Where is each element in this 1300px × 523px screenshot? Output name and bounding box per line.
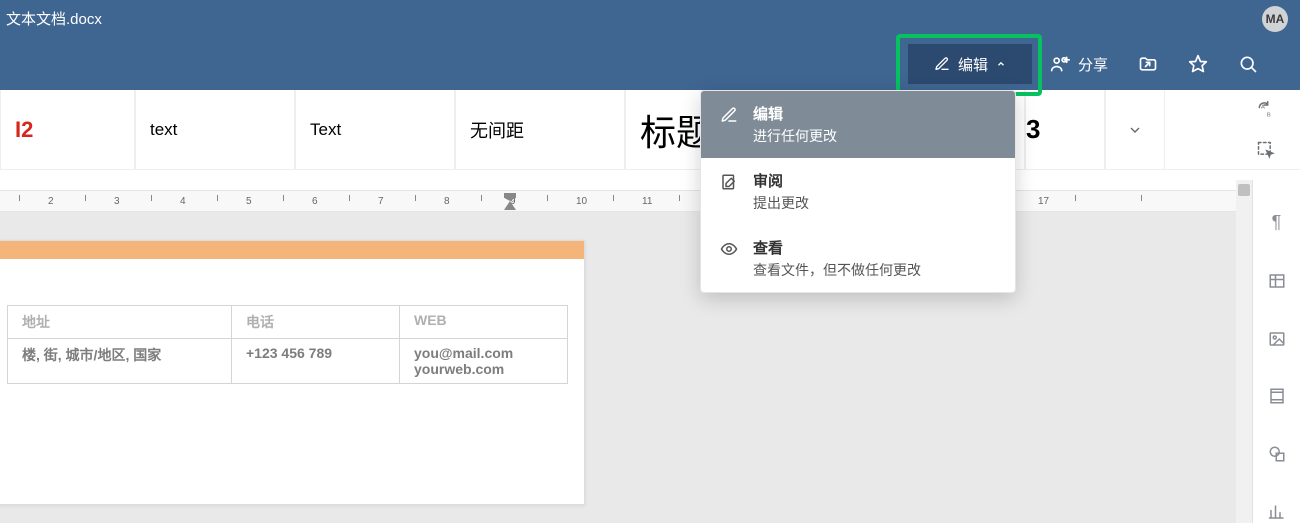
select-icon <box>1256 140 1276 160</box>
star-icon <box>1188 54 1208 74</box>
search-icon <box>1238 54 1258 74</box>
dropdown-item-view[interactable]: 查看 查看文件，但不做任何更改 <box>701 225 1015 292</box>
chevron-down-icon <box>1127 122 1143 138</box>
pencil-icon <box>934 56 950 72</box>
share-label: 分享 <box>1078 54 1108 75</box>
shapes-icon <box>1268 445 1286 463</box>
dropdown-review-title: 审阅 <box>753 170 809 191</box>
sidebar-chart-button[interactable] <box>1265 501 1289 523</box>
style-heading2[interactable]: I2 <box>0 90 135 169</box>
edit-mode-button[interactable]: 编辑 <box>908 44 1032 84</box>
table-cell-phone[interactable]: +123 456 789 <box>232 339 400 384</box>
image-icon <box>1268 330 1286 348</box>
scrollbar-thumb[interactable] <box>1238 184 1250 196</box>
page[interactable]: 地址 电话 WEB 楼, 街, 城市/地区, 国家 +123 456 789 y… <box>0 240 585 505</box>
document-canvas: 地址 电话 WEB 楼, 街, 城市/地区, 国家 +123 456 789 y… <box>0 212 1300 523</box>
dropdown-view-desc: 查看文件，但不做任何更改 <box>753 260 921 280</box>
title-bar: 文本文档.docx <box>0 0 1300 36</box>
replace-icon: AB <box>1256 100 1276 120</box>
avatar-initials: MA <box>1266 12 1285 26</box>
pilcrow-icon: ¶ <box>1272 212 1282 233</box>
header-footer-icon <box>1268 387 1286 405</box>
sidebar-image-button[interactable] <box>1265 328 1289 350</box>
table-icon <box>1268 272 1286 290</box>
vertical-scrollbar[interactable] <box>1236 180 1252 523</box>
people-icon <box>1050 54 1070 74</box>
sidebar-table-button[interactable] <box>1265 270 1289 292</box>
replace-button[interactable]: AB <box>1252 96 1280 124</box>
sidebar-paragraph-button[interactable]: ¶ <box>1265 212 1289 234</box>
review-icon <box>719 172 739 192</box>
document-title: 文本文档.docx <box>6 8 102 29</box>
table-cell-web[interactable]: you@mail.com yourweb.com <box>400 339 568 384</box>
select-button[interactable] <box>1252 136 1280 164</box>
styles-gallery: I2 text Text 无间距 标题 3 <box>0 90 1300 170</box>
style-no-spacing[interactable]: 无间距 <box>455 90 625 169</box>
style-text-2[interactable]: Text <box>295 90 455 169</box>
pencil-icon <box>719 105 739 125</box>
dropdown-edit-title: 编辑 <box>753 103 837 124</box>
dropdown-review-desc: 提出更改 <box>753 193 809 213</box>
edit-mode-label: 编辑 <box>958 54 988 75</box>
dropdown-item-review[interactable]: 审阅 提出更改 <box>701 158 1015 225</box>
sidebar-shapes-button[interactable] <box>1265 443 1289 465</box>
table-header-web: WEB <box>400 306 568 339</box>
horizontal-ruler[interactable]: 1234567891011121314151617 <box>0 190 1300 212</box>
chevron-up-icon <box>996 59 1006 69</box>
share-button[interactable]: 分享 <box>1050 44 1108 84</box>
style-side-tools: AB <box>1252 96 1280 164</box>
table-value-site: yourweb.com <box>414 361 553 377</box>
chart-icon <box>1268 503 1286 521</box>
open-location-button[interactable] <box>1128 44 1168 84</box>
search-button[interactable] <box>1228 44 1268 84</box>
svg-text:B: B <box>1267 113 1271 119</box>
svg-text:A: A <box>1261 104 1265 110</box>
right-sidebar: ¶ <box>1252 180 1300 523</box>
avatar[interactable]: MA <box>1262 6 1288 32</box>
favorite-button[interactable] <box>1178 44 1218 84</box>
dropdown-item-edit[interactable]: 编辑 进行任何更改 <box>701 91 1015 158</box>
style-text[interactable]: text <box>135 90 295 169</box>
table-value-email: you@mail.com <box>414 345 553 361</box>
eye-icon <box>719 239 739 259</box>
table-header-address: 地址 <box>8 306 232 339</box>
table-cell-address[interactable]: 楼, 街, 城市/地区, 国家 <box>8 339 232 384</box>
table-header-phone: 电话 <box>232 306 400 339</box>
contact-table[interactable]: 地址 电话 WEB 楼, 街, 城市/地区, 国家 +123 456 789 y… <box>7 305 568 384</box>
styles-expand-button[interactable] <box>1105 90 1165 169</box>
style-num3[interactable]: 3 <box>1025 90 1105 169</box>
dropdown-edit-desc: 进行任何更改 <box>753 126 837 146</box>
edit-mode-dropdown: 编辑 进行任何更改 审阅 提出更改 查看 查看文件，但不做任何更改 <box>700 90 1016 293</box>
ruler-indent-marker-bottom[interactable] <box>504 201 516 210</box>
folder-arrow-icon <box>1138 54 1158 74</box>
sidebar-header-footer-button[interactable] <box>1265 385 1289 407</box>
page-accent-band <box>0 241 584 259</box>
dropdown-view-title: 查看 <box>753 237 921 258</box>
